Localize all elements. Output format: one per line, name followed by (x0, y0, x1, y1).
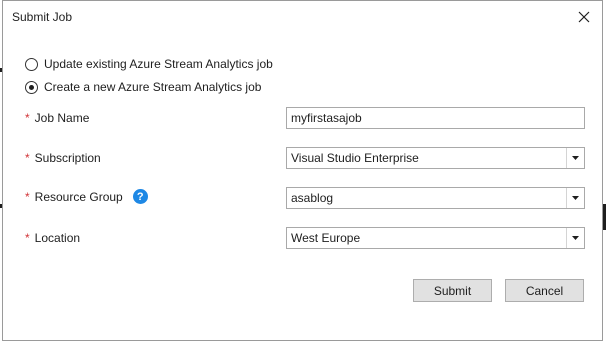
dropdown-arrow[interactable] (566, 148, 584, 168)
resource-group-value: asablog (291, 191, 334, 205)
help-icon[interactable]: ? (132, 189, 148, 204)
location-label-text: Location (34, 231, 81, 245)
dialog-titlebar: Submit Job (3, 1, 602, 33)
chevron-down-icon (572, 196, 579, 200)
radio-label-update: Update existing Azure Stream Analytics j… (44, 57, 273, 71)
location-label: * Location (25, 231, 80, 245)
close-icon (578, 11, 590, 23)
dropdown-arrow[interactable] (566, 188, 584, 208)
subscription-select[interactable]: Visual Studio Enterprise (286, 147, 585, 169)
required-marker: * (25, 151, 30, 165)
subscription-value: Visual Studio Enterprise (291, 151, 419, 165)
job-name-label-text: Job Name (34, 111, 90, 125)
submit-button[interactable]: Submit (413, 279, 492, 302)
resource-group-label: * Resource Group ? (25, 189, 148, 204)
close-button[interactable] (572, 5, 596, 29)
radio-button-update[interactable] (25, 57, 38, 71)
required-marker: * (25, 189, 30, 204)
required-marker: * (25, 231, 30, 245)
cancel-button[interactable]: Cancel (505, 279, 584, 302)
subscription-label-text: Subscription (34, 151, 101, 165)
location-select[interactable]: West Europe (286, 227, 585, 249)
submit-job-dialog: Submit Job Update existing Azure Stream … (2, 0, 603, 341)
radio-update-existing[interactable]: Update existing Azure Stream Analytics j… (25, 57, 273, 71)
subscription-label: * Subscription (25, 151, 101, 165)
radio-button-create[interactable] (25, 80, 38, 94)
resource-group-label-text: Resource Group (34, 189, 123, 204)
job-name-value: myfirstasajob (291, 111, 362, 125)
required-marker: * (25, 111, 30, 125)
radio-label-create: Create a new Azure Stream Analytics job (44, 80, 262, 94)
resource-group-select[interactable]: asablog (286, 187, 585, 209)
chevron-down-icon (572, 236, 579, 240)
dialog-title: Submit Job (12, 10, 73, 24)
location-value: West Europe (291, 231, 361, 245)
job-name-label: * Job Name (25, 111, 89, 125)
radio-create-new[interactable]: Create a new Azure Stream Analytics job (25, 80, 261, 94)
job-name-input[interactable]: myfirstasajob (286, 107, 585, 129)
chevron-down-icon (572, 156, 579, 160)
dropdown-arrow[interactable] (566, 228, 584, 248)
